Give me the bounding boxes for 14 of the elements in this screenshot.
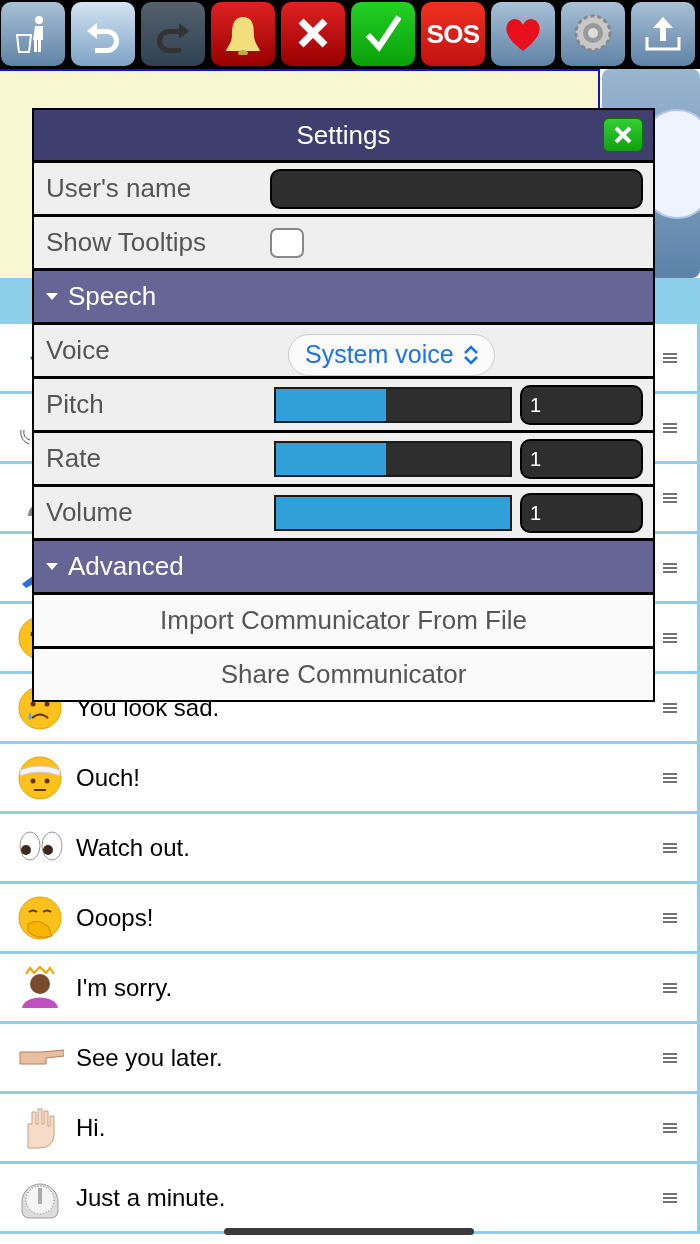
setting-label: Show Tooltips [46,226,207,259]
setting-label: Volume [46,496,134,529]
setting-label: Rate [46,442,102,475]
phrase-text: See you later. [76,1042,224,1073]
phrase-text: Ouch! [76,762,142,793]
setting-label: Voice [46,334,111,367]
setting-label: User's name [46,172,193,205]
phrase-text: Hi. [76,1112,107,1143]
dialog-title: Settings [296,118,391,152]
phrase-text: Watch out. [76,832,191,863]
phrase-text: Ooops! [76,902,155,933]
phrase-text: Just a minute. [76,1182,227,1213]
setting-label: Pitch [46,388,105,421]
phrase-text: I'm sorry. [76,972,174,1003]
